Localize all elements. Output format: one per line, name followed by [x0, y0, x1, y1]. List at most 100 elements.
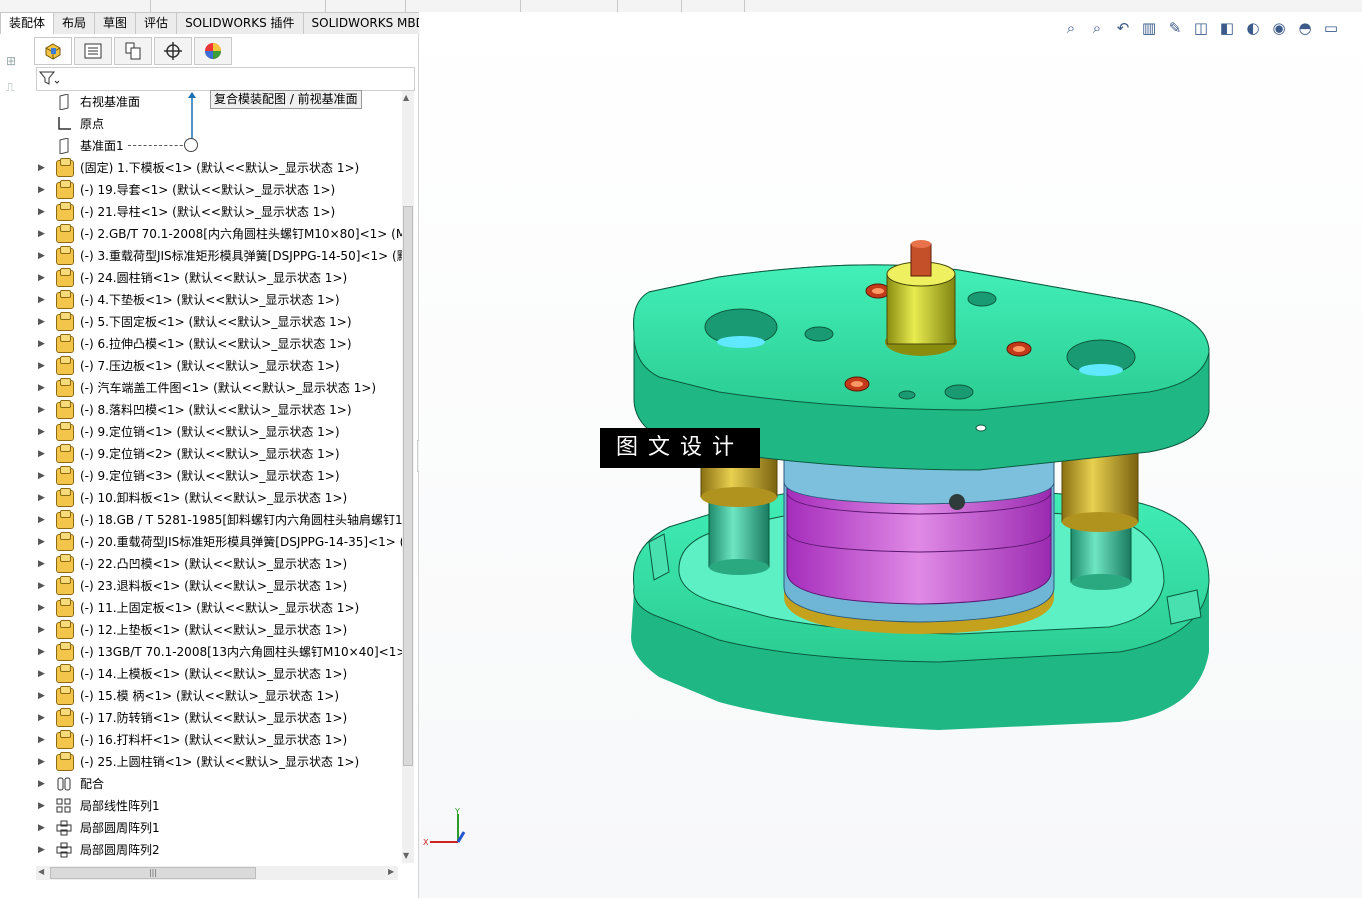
expand-arrow-icon[interactable]: ▶ [38, 553, 46, 575]
expand-arrow-icon[interactable]: ▶ [38, 245, 46, 267]
tree-item-component[interactable]: ▶ (-) 19.导套<1> (默认<<默认>_显示状态 1>) [36, 179, 402, 201]
tab-1[interactable]: 布局 [54, 12, 96, 35]
tree-item-component[interactable]: ▶ (-) 9.定位销<3> (默认<<默认>_显示状态 1>) [36, 465, 402, 487]
expand-arrow-icon[interactable]: ▶ [38, 465, 46, 487]
tab-3[interactable]: 评估 [136, 12, 178, 35]
expand-arrow-icon[interactable]: ▶ [38, 641, 46, 663]
expand-arrow-icon[interactable]: ▶ [38, 663, 46, 685]
graphics-area[interactable]: ⌕ ⌕ ↶ ▥ ✎ ◫ ◧ ◐ ◉ ◓ ▭ Y X [419, 12, 1362, 898]
expand-arrow-icon[interactable]: ▶ [38, 399, 46, 421]
expand-arrow-icon[interactable]: ▶ [38, 795, 46, 817]
tree-item-component[interactable]: ▶ (-) 8.落料凹模<1> (默认<<默认>_显示状态 1>) [36, 399, 402, 421]
svg-text:Y: Y [454, 808, 460, 816]
tree-item-feature[interactable]: ▶ 局部圆周阵列2 [36, 839, 402, 861]
scroll-left-icon[interactable]: ◀ [38, 867, 44, 876]
expand-arrow-icon[interactable]: ▶ [38, 509, 46, 531]
expand-arrow-icon[interactable]: ▶ [38, 377, 46, 399]
plane-handle-icon[interactable] [184, 138, 198, 152]
tab-4[interactable]: SOLIDWORKS 插件 [177, 12, 304, 35]
tree-item-plane[interactable]: 原点 [36, 113, 402, 135]
assembly-model [631, 240, 1210, 730]
part-icon [56, 642, 74, 661]
scroll-right-icon[interactable]: ▶ [388, 867, 394, 876]
expand-arrow-icon[interactable]: ▶ [38, 707, 46, 729]
expand-arrow-icon[interactable]: ▶ [38, 421, 46, 443]
expand-arrow-icon[interactable]: ▶ [38, 289, 46, 311]
tree-item-component[interactable]: ▶ (-) 16.打料杆<1> (默认<<默认>_显示状态 1>) [36, 729, 402, 751]
dimxpert-manager-tab[interactable] [154, 37, 192, 65]
tree-item-component[interactable]: ▶ (-) 12.上垫板<1> (默认<<默认>_显示状态 1>) [36, 619, 402, 641]
part-icon [56, 356, 74, 375]
scroll-thumb[interactable] [403, 206, 413, 766]
h-scroll-thumb[interactable]: ||| [50, 867, 256, 879]
tree-item-component[interactable]: ▶ (-) 20.重载荷型JIS标准矩形模具弹簧[DSJPPG-14-35]<1>… [36, 531, 402, 553]
expand-arrow-icon[interactable]: ▶ [38, 201, 46, 223]
tree-item-component[interactable]: ▶ (-) 18.GB / T 5281-1985[卸料螺钉内六角圆柱头轴肩螺钉1… [36, 509, 402, 531]
tree-item-component[interactable]: ▶ (-) 10.卸料板<1> (默认<<默认>_显示状态 1>) [36, 487, 402, 509]
tree-item-component[interactable]: ▶ (-) 9.定位销<1> (默认<<默认>_显示状态 1>) [36, 421, 402, 443]
tab-5[interactable]: SOLIDWORKS MBD [303, 12, 434, 35]
tree-item-component[interactable]: ▶ (-) 5.下固定板<1> (默认<<默认>_显示状态 1>) [36, 311, 402, 333]
tree-item-component[interactable]: ▶ (-) 17.防转销<1> (默认<<默认>_显示状态 1>) [36, 707, 402, 729]
tree-item-component[interactable]: ▶ (-) 22.凸凹模<1> (默认<<默认>_显示状态 1>) [36, 553, 402, 575]
tree-item-feature[interactable]: ▶ 局部圆周阵列1 [36, 817, 402, 839]
tab-0[interactable]: 装配体 [0, 12, 55, 35]
tab-2[interactable]: 草图 [95, 12, 137, 35]
expand-arrow-icon[interactable]: ▶ [38, 179, 46, 201]
expand-arrow-icon[interactable]: ▶ [38, 839, 46, 861]
expand-arrow-icon[interactable]: ▶ [38, 531, 46, 553]
assembly-tree-icon[interactable]: ⊞ [6, 54, 26, 68]
part-icon [56, 268, 74, 287]
expand-arrow-icon[interactable]: ▶ [38, 817, 46, 839]
scroll-down-icon[interactable]: ▼ [403, 851, 409, 860]
expand-arrow-icon[interactable]: ▶ [38, 223, 46, 245]
tree-horizontal-scrollbar[interactable]: ◀ ||| ▶ [36, 866, 398, 880]
tree-item-component[interactable]: ▶ (-) 24.圆柱销<1> (默认<<默认>_显示状态 1>) [36, 267, 402, 289]
feature-manager-tab[interactable] [34, 37, 72, 65]
tree-item-component[interactable]: ▶ (-) 25.上圆柱销<1> (默认<<默认>_显示状态 1>) [36, 751, 402, 773]
expand-arrow-icon[interactable]: ▶ [38, 597, 46, 619]
scroll-up-icon[interactable]: ▲ [403, 93, 409, 102]
expand-arrow-icon[interactable]: ▶ [38, 267, 46, 289]
configuration-manager-tab[interactable] [114, 37, 152, 65]
tree-item-component[interactable]: ▶ (固定) 1.下模板<1> (默认<<默认>_显示状态 1>) [36, 157, 402, 179]
filter-icon[interactable] [38, 70, 60, 90]
expand-arrow-icon[interactable]: ▶ [38, 355, 46, 377]
expand-arrow-icon[interactable]: ▶ [38, 685, 46, 707]
tree-item-component[interactable]: ▶ (-) 13GB/T 70.1-2008[13内六角圆柱头螺钉M10×40]<… [36, 641, 402, 663]
divider [744, 0, 745, 12]
tree-item-plane[interactable]: 基准面1 [36, 135, 402, 157]
tree-item-component[interactable]: ▶ (-) 9.定位销<2> (默认<<默认>_显示状态 1>) [36, 443, 402, 465]
expand-arrow-icon[interactable]: ▶ [38, 729, 46, 751]
tree-vertical-scrollbar[interactable]: ▲ ▼ [402, 91, 414, 863]
tree-item-component[interactable]: ▶ (-) 14.上模板<1> (默认<<默认>_显示状态 1>) [36, 663, 402, 685]
tree-item-component[interactable]: ▶ (-) 汽车端盖工件图<1> (默认<<默认>_显示状态 1>) [36, 377, 402, 399]
expand-arrow-icon[interactable]: ▶ [38, 157, 46, 179]
step-icon[interactable]: ⎍ [6, 80, 26, 94]
expand-arrow-icon[interactable]: ▶ [38, 487, 46, 509]
tree-item-feature[interactable]: ▶ 配合 [36, 773, 402, 795]
tree-item-component[interactable]: ▶ (-) 6.拉伸凸模<1> (默认<<默认>_显示状态 1>) [36, 333, 402, 355]
expand-arrow-icon[interactable]: ▶ [38, 311, 46, 333]
tree-item-component[interactable]: ▶ (-) 7.压边板<1> (默认<<默认>_显示状态 1>) [36, 355, 402, 377]
tree-item-component[interactable]: ▶ (-) 23.退料板<1> (默认<<默认>_显示状态 1>) [36, 575, 402, 597]
tree-item-feature[interactable]: ▶ 局部线性阵列1 [36, 795, 402, 817]
tree-item-component[interactable]: ▶ (-) 11.上固定板<1> (默认<<默认>_显示状态 1>) [36, 597, 402, 619]
tree-item-component[interactable]: ▶ (-) 3.重载荷型JIS标准矩形模具弹簧[DSJPPG-14-50]<1> … [36, 245, 402, 267]
display-manager-tab[interactable] [194, 37, 232, 65]
tree-item-component[interactable]: ▶ (-) 2.GB/T 70.1-2008[内六角圆柱头螺钉M10×80]<1>… [36, 223, 402, 245]
expand-arrow-icon[interactable]: ▶ [38, 619, 46, 641]
expand-arrow-icon[interactable]: ▶ [38, 751, 46, 773]
appearance-icon [205, 43, 221, 59]
expand-arrow-icon[interactable]: ▶ [38, 333, 46, 355]
tree-item-component[interactable]: ▶ (-) 21.导柱<1> (默认<<默认>_显示状态 1>) [36, 201, 402, 223]
tree-item-component[interactable]: ▶ (-) 15.模 柄<1> (默认<<默认>_显示状态 1>) [36, 685, 402, 707]
tree-item-component[interactable]: ▶ (-) 4.下垫板<1> (默认<<默认>_显示状态 1>) [36, 289, 402, 311]
tree-item-label: (-) 6.拉伸凸模<1> (默认<<默认>_显示状态 1>) [80, 337, 352, 351]
filter-field[interactable] [36, 67, 415, 91]
part-icon [56, 730, 74, 749]
property-manager-tab[interactable] [74, 37, 112, 65]
expand-arrow-icon[interactable]: ▶ [38, 443, 46, 465]
expand-arrow-icon[interactable]: ▶ [38, 773, 46, 795]
expand-arrow-icon[interactable]: ▶ [38, 575, 46, 597]
